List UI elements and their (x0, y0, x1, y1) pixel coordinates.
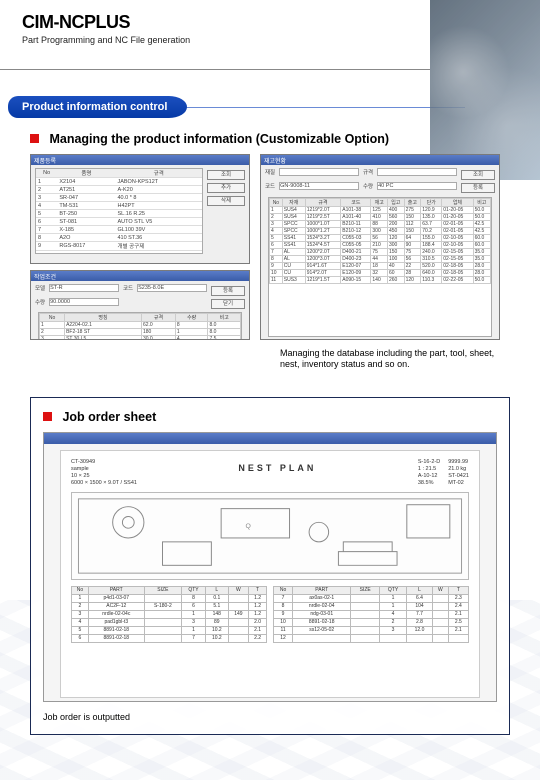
mock-button[interactable]: 추가 (207, 183, 245, 193)
section2-box: Job order sheet CT-30949sample10 × 25600… (30, 397, 510, 735)
mock-button[interactable]: 조회 (461, 170, 495, 180)
win2-table: No명칭규격수량비고1A2204-02.162.088.02BF2-18 ST1… (38, 312, 242, 340)
section-tab: Product information control (8, 96, 187, 118)
jobwin-titlebar (44, 433, 496, 444)
mock-window-job-cond: 작업조건 모델ST-R코드S235-8.0E수량90.0000 등록닫기 No명… (30, 270, 250, 340)
svg-text:Q: Q (246, 523, 251, 530)
bullet-icon (30, 134, 39, 143)
mock-button[interactable]: 조회 (207, 170, 245, 180)
section2-caption: Job order is outputted (43, 712, 497, 722)
bullet-icon (43, 412, 52, 421)
win3-table: No자재규격코드재고입고출고단가업체비고1SUS41219*2.0TA101-3… (268, 197, 492, 337)
job-order-window: CT-30949sample10 × 256000 × 1500 × 9.0T … (43, 432, 497, 702)
win2-buttons: 등록닫기 (211, 284, 245, 309)
section2-title-text: Job order sheet (62, 410, 156, 424)
win2-fields: 모델ST-R코드S235-8.0E수량90.0000 (35, 284, 207, 309)
nest-plan-paper: CT-30949sample10 × 256000 × 1500 × 9.0T … (60, 450, 480, 698)
page-title: CIM-NCPLUS (22, 12, 430, 33)
win2-titlebar: 작업조건 (31, 271, 249, 281)
nestplan-table-left: NoPARTSIZEQTYLWT1p4d1-03-0780.11.22AC2F-… (71, 586, 267, 643)
win3-buttons: 조회등록 (461, 168, 495, 193)
section1-title-text: Managing the product information (Custom… (49, 132, 389, 146)
mock-button[interactable]: 등록 (211, 286, 245, 296)
win3-titlebar: 재고현황 (261, 155, 499, 165)
section2-heading: Job order sheet (43, 408, 497, 426)
win1-titlebar: 제품등록 (31, 155, 249, 165)
section1-heading: Managing the product information (Custom… (30, 130, 510, 148)
win1-table: No품명규격1X2104JABON-KPS12T2AT251A-K203SR-0… (35, 168, 203, 254)
mock-button[interactable]: 닫기 (211, 299, 245, 309)
win1-buttons: 조회추가삭제 (207, 168, 245, 260)
nestplan-drawing: Q (71, 492, 469, 580)
mock-window-inventory: 재고현황 재질규격코드GN-9008-11수량40 PC 조회등록 No자재규격… (260, 154, 500, 340)
mock-button[interactable]: 등록 (461, 183, 495, 193)
section1-caption: Managing the database including the part… (280, 348, 510, 371)
nestplan-left-info: CT-30949sample10 × 256000 × 1500 × 9.0T … (71, 459, 137, 486)
mock-window-product-list: 제품등록 No품명규격1X2104JABON-KPS12T2AT251A-K20… (30, 154, 250, 264)
page-subtitle: Part Programming and NC File generation (22, 35, 430, 45)
screenshots-row: 제품등록 No품명규격1X2104JABON-KPS12T2AT251A-K20… (30, 154, 510, 340)
mock-button[interactable]: 삭제 (207, 196, 245, 206)
nestplan-right-a: S-16-2-D1 : 21.5A-10-1238.5% (418, 459, 440, 486)
win3-fields: 재질규격코드GN-9008-11수량40 PC (265, 168, 457, 193)
page-header: CIM-NCPLUS Part Programming and NC File … (0, 0, 430, 70)
nestplan-table-right: NoPARTSIZEQTYLWT7ax0as-02-116.42.38nrdle… (273, 586, 469, 643)
nestplan-title: NEST PLAN (238, 463, 316, 480)
nestplan-right-b: 9999.9921.0 kgST-0421MT-02 (448, 459, 469, 486)
